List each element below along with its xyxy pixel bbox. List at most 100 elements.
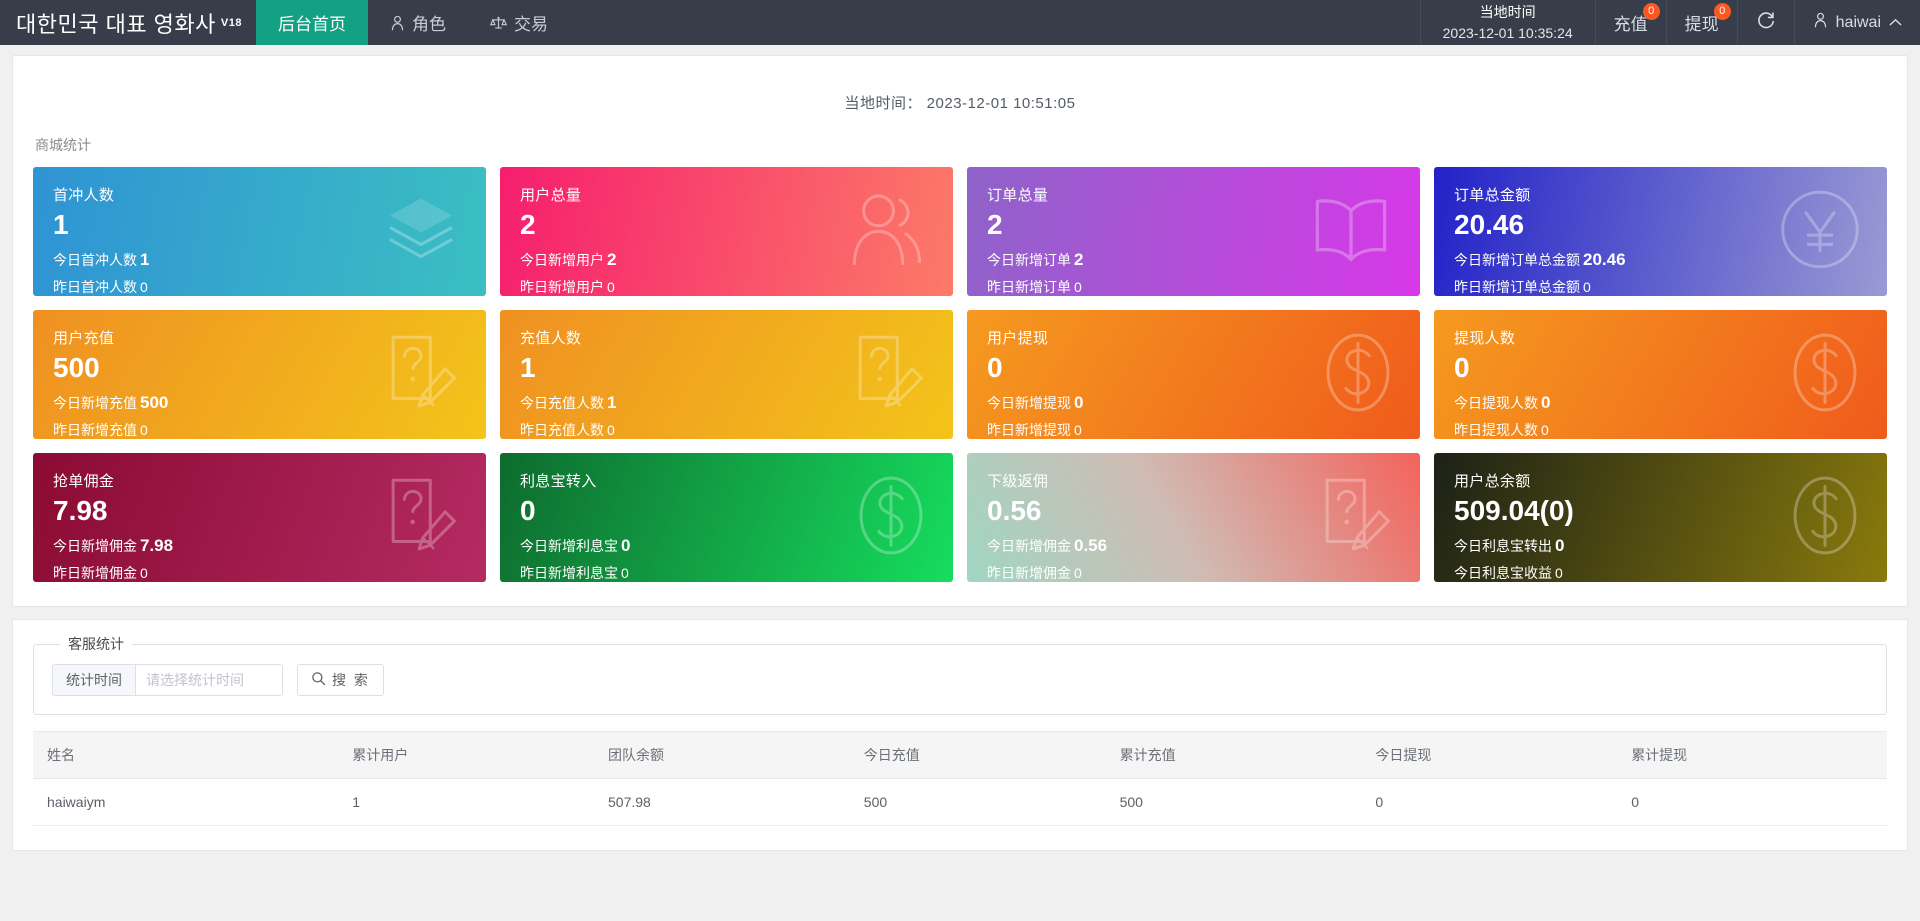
- stat-card-yesterday-label: 昨日新增利息宝: [520, 564, 618, 581]
- stat-card[interactable]: 用户提现 0 今日新增提现 0 昨日新增提现 0: [967, 310, 1420, 439]
- stat-card-today-label: 今日充值人数: [520, 395, 604, 412]
- stat-card[interactable]: 抢单佣金 7.98 今日新增佣金 7.98 昨日新增佣金 0: [33, 453, 486, 582]
- stat-card-grid: 首冲人数 1 今日首冲人数 1 昨日首冲人数 0 用户总量 2 今日新增用户 2 昨日新增用户 0 订单…: [33, 167, 1887, 582]
- stat-card-value: 0: [987, 352, 1003, 383]
- table-column-header: 今日充值: [863, 731, 1120, 779]
- withdraw-button[interactable]: 提现 0: [1665, 0, 1737, 45]
- stat-card-today-label: 今日新增用户: [520, 252, 604, 269]
- stat-card-value: 1: [53, 209, 69, 240]
- stat-card-value: 1: [520, 352, 536, 383]
- table-row[interactable]: haiwaiym 1 507.98 500 500 0 0: [33, 778, 1887, 826]
- stat-card-yesterday-value: 0: [1074, 278, 1082, 295]
- stat-card-title: 用户总量: [520, 187, 582, 204]
- stat-card-today-value: 1: [607, 393, 617, 413]
- stat-card-today-label: 今日新增佣金: [987, 538, 1071, 555]
- stat-card[interactable]: 首冲人数 1 今日首冲人数 1 昨日首冲人数 0: [33, 167, 486, 296]
- brand-version: V18: [220, 16, 242, 29]
- top-header-bar: 대한민국 대표 영화사 V18 后台首页 角色 交易 当地时间 2023-12-…: [0, 0, 1920, 45]
- stat-card-title: 下级返佣: [987, 473, 1049, 490]
- stat-card-today-row: 今日新增订单 2: [987, 245, 1400, 275]
- stat-card-yesterday-label: 昨日新增提现: [987, 421, 1071, 438]
- stat-card-title: 提现人数: [1454, 330, 1516, 347]
- stat-card[interactable]: 充值人数 1 今日充值人数 1 昨日充值人数 0: [500, 310, 953, 439]
- search-button[interactable]: 搜 索: [297, 664, 384, 696]
- stat-card[interactable]: 下级返佣 0.56 今日新增佣金 0.56 昨日新增佣金 0: [967, 453, 1420, 582]
- stat-card-value: 2: [520, 209, 536, 240]
- stat-card-yesterday-row: 昨日提现人数 0: [1454, 418, 1867, 439]
- stat-card-yesterday-value: 0: [607, 421, 615, 438]
- stat-card-yesterday-row: 昨日新增佣金 0: [987, 561, 1400, 582]
- stat-card[interactable]: 订单总量 2 今日新增订单 2 昨日新增订单 0: [967, 167, 1420, 296]
- stat-card-today-row: 今日利息宝转出 0: [1454, 531, 1867, 561]
- table-column-header: 今日提现: [1375, 731, 1632, 779]
- stat-card-today-row: 今日提现人数 0: [1454, 388, 1867, 418]
- stat-card-value: 0: [1454, 352, 1470, 383]
- stat-card-title: 用户提现: [987, 330, 1049, 347]
- user-menu-button[interactable]: haiwai: [1793, 0, 1920, 45]
- stat-card[interactable]: 用户总余额 509.04(0) 今日利息宝转出 0 今日利息宝收益 0: [1434, 453, 1887, 582]
- table-cell: 500: [1119, 778, 1376, 826]
- stat-card[interactable]: 利息宝转入 0 今日新增利息宝 0 昨日新增利息宝 0: [500, 453, 953, 582]
- stat-card-today-value: 1: [140, 250, 150, 270]
- avatar-user-icon: [1813, 12, 1828, 33]
- stat-card-title: 首冲人数: [53, 187, 115, 204]
- nav-label-dashboard: 后台首页: [277, 15, 346, 34]
- stat-card-today-value: 2: [607, 250, 617, 270]
- stat-card-value: 509.04(0): [1454, 495, 1574, 526]
- withdraw-badge: 0: [1713, 3, 1731, 20]
- stat-card-yesterday-value: 0: [1583, 278, 1591, 295]
- stat-card-yesterday-value: 0: [621, 564, 629, 581]
- brand-logo: 대한민국 대표 영화사 V18: [0, 0, 256, 45]
- brand-name: 대한민국 대표 영화사: [16, 11, 216, 37]
- stat-card-today-value: 7.98: [140, 536, 174, 556]
- table-cell: 507.98: [608, 778, 864, 826]
- nav-item-dashboard[interactable]: 后台首页: [255, 0, 368, 45]
- stat-card-yesterday-label: 今日利息宝收益: [1454, 564, 1552, 581]
- stat-card-today-row: 今日新增佣金 7.98: [53, 531, 466, 561]
- table-column-header: 姓名: [33, 731, 353, 779]
- recharge-button[interactable]: 充值 0: [1594, 0, 1666, 45]
- stat-card-value: 7.98: [53, 495, 108, 526]
- search-bar: 统计时间 搜 索: [52, 664, 1868, 696]
- table-cell: 0: [1631, 778, 1887, 826]
- main-nav: 后台首页 角色 交易: [255, 0, 570, 45]
- table-column-header: 团队余额: [608, 731, 864, 779]
- refresh-button[interactable]: [1736, 0, 1794, 45]
- table-header-row: 姓名 累计用户 团队余额 今日充值 累计充值 今日提现 累计提现: [33, 731, 1887, 779]
- stat-card-yesterday-value: 0: [1555, 564, 1563, 581]
- stat-card-today-label: 今日提现人数: [1454, 395, 1538, 412]
- stat-time-label: 统计时间: [52, 664, 135, 696]
- stat-card-yesterday-value: 0: [140, 564, 148, 581]
- service-stats-fieldset: 客服统计 统计时间 搜 索: [33, 634, 1887, 715]
- stat-time-input[interactable]: [135, 664, 283, 696]
- header-right-group: 当地时间 2023-12-01 10:35:24 充值 0 提现 0 haiwa…: [1419, 0, 1920, 45]
- stat-card-today-value: 0: [1541, 393, 1551, 413]
- stat-card-yesterday-label: 昨日新增订单总金额: [1454, 278, 1580, 295]
- stat-card-today-value: 0: [621, 536, 631, 556]
- stat-card[interactable]: 提现人数 0 今日提现人数 0 昨日提现人数 0: [1434, 310, 1887, 439]
- stat-card-today-value: 2: [1074, 250, 1084, 270]
- page-local-time: 当地时间： 2023-12-01 10:51:05: [844, 95, 1076, 112]
- stat-card-today-row: 今日充值人数 1: [520, 388, 933, 418]
- stat-card[interactable]: 订单总金额 20.46 今日新增订单总金额 20.46 昨日新增订单总金额 0: [1434, 167, 1887, 296]
- customer-service-panel: 客服统计 统计时间 搜 索: [12, 619, 1908, 851]
- header-local-time-label: 当地时间: [1479, 4, 1536, 21]
- stat-card-title: 用户总余额: [1454, 473, 1531, 490]
- nav-item-trade[interactable]: 交易: [468, 0, 570, 45]
- stat-card[interactable]: 用户总量 2 今日新增用户 2 昨日新增用户 0: [500, 167, 953, 296]
- stat-card-yesterday-value: 0: [1541, 421, 1549, 438]
- stat-card-title: 充值人数: [520, 330, 582, 347]
- nav-item-role[interactable]: 角色: [368, 0, 468, 45]
- service-stats-table: 姓名 累计用户 团队余额 今日充值 累计充值 今日提现 累计提现 haiwaiym 1 507.…: [33, 731, 1887, 826]
- user-name: haiwai: [1835, 13, 1881, 31]
- table-cell: haiwaiym: [33, 778, 353, 826]
- stat-card[interactable]: 用户充值 500 今日新增充值 500 昨日新增充值 0: [33, 310, 486, 439]
- stat-card-yesterday-value: 0: [140, 421, 148, 438]
- stat-card-title: 利息宝转入: [520, 473, 597, 490]
- stat-card-today-value: 0.56: [1074, 536, 1108, 556]
- table-column-header: 累计提现: [1631, 731, 1887, 779]
- stat-card-yesterday-row: 昨日新增订单 0: [987, 275, 1400, 296]
- stat-card-today-row: 今日新增订单总金额 20.46: [1454, 245, 1867, 275]
- refresh-icon: [1756, 10, 1776, 35]
- chevron-up-icon: [1889, 14, 1902, 32]
